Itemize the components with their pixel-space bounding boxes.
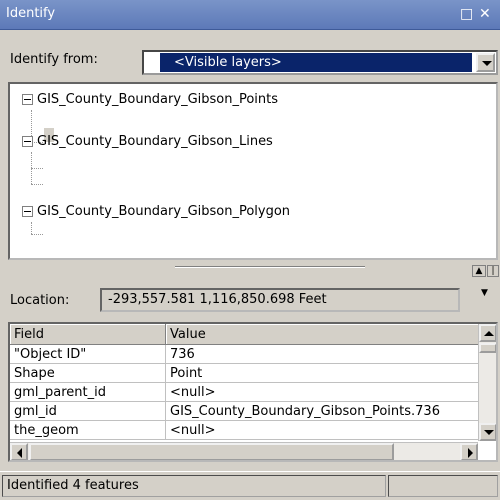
table-row[interactable]: gml_id GIS_County_Boundary_Gibson_Points… xyxy=(10,401,485,421)
status-text: Identified 4 features xyxy=(2,475,386,497)
attributes-grid[interactable]: Field Value "Object ID" 736 Shape Point … xyxy=(8,322,498,462)
chevron-down-icon[interactable] xyxy=(476,53,495,72)
field-cell: gml_id xyxy=(10,401,166,421)
value-cell: <null> xyxy=(165,420,485,440)
tree-node-label: GIS_County_Boundary_Gibson_Polygon xyxy=(37,204,291,219)
vertical-scroll-thumb[interactable] xyxy=(479,343,496,353)
tree-node-points[interactable]: GIS_County_Boundary_Gibson_Points xyxy=(22,92,278,107)
status-bar: Identified 4 features xyxy=(0,471,500,500)
location-menu-icon[interactable]: ▼ xyxy=(481,288,488,298)
collapse-minus-icon[interactable] xyxy=(22,94,33,105)
panel-splitter[interactable] xyxy=(175,266,365,268)
collapse-up-icon[interactable]: ▲ xyxy=(472,265,486,277)
window-title: Identify xyxy=(6,6,56,21)
tree-node-label: GIS_County_Boundary_Gibson_Points xyxy=(37,92,279,107)
tree-node-polygon[interactable]: GIS_County_Boundary_Gibson_Polygon xyxy=(22,204,290,219)
tree-node-label: GIS_County_Boundary_Gibson_Lines xyxy=(37,134,273,149)
column-header-field[interactable]: Field xyxy=(10,324,166,345)
table-row[interactable]: the_geom <null> xyxy=(10,420,485,440)
scroll-up-icon[interactable] xyxy=(479,324,496,342)
horizontal-scrollbar[interactable] xyxy=(10,442,478,460)
horizontal-scroll-thumb[interactable] xyxy=(29,443,394,460)
title-bar xyxy=(0,0,500,30)
tree-connector xyxy=(31,222,32,234)
vertical-scrollbar[interactable] xyxy=(478,324,496,441)
table-row[interactable]: "Object ID" 736 xyxy=(10,344,485,364)
field-cell: Shape xyxy=(10,363,166,383)
tree-connector xyxy=(31,184,43,185)
field-cell: "Object ID" xyxy=(10,344,166,364)
field-cell: the_geom xyxy=(10,420,166,440)
status-pane-empty xyxy=(388,475,498,497)
value-cell: <null> xyxy=(165,382,485,402)
scroll-down-icon[interactable] xyxy=(479,423,496,441)
identify-from-selected: <Visible layers> xyxy=(160,53,472,72)
column-header-value[interactable]: Value xyxy=(165,324,485,345)
collapse-minus-icon[interactable] xyxy=(22,206,33,217)
location-value: -293,557.581 1,116,850.698 Feet xyxy=(100,288,460,312)
collapse-minus-icon[interactable] xyxy=(22,136,33,147)
scroll-right-icon[interactable] xyxy=(460,443,478,460)
identify-from-label: Identify from: xyxy=(10,52,98,67)
location-label: Location: xyxy=(10,293,70,308)
scroll-left-icon[interactable] xyxy=(10,443,28,460)
attributes-table: Field Value "Object ID" 736 Shape Point … xyxy=(10,324,485,440)
panel-toggle-icon[interactable]: | xyxy=(487,265,499,277)
table-row[interactable]: Shape Point xyxy=(10,363,485,383)
value-cell: 736 xyxy=(165,344,485,364)
identify-results-tree[interactable]: GIS_County_Boundary_Gibson_Points GIS_Co… xyxy=(8,82,498,260)
value-cell: Point xyxy=(165,363,485,383)
close-icon[interactable]: ✕ xyxy=(479,6,491,22)
tree-connector xyxy=(31,168,43,169)
value-cell: GIS_County_Boundary_Gibson_Points.736 xyxy=(165,401,485,421)
tree-connector xyxy=(31,234,43,235)
table-header-row: Field Value xyxy=(10,324,485,345)
identify-from-dropdown[interactable]: <Visible layers> xyxy=(142,50,498,75)
table-row[interactable]: gml_parent_id <null> xyxy=(10,382,485,402)
restore-icon[interactable]: □ xyxy=(460,6,473,22)
tree-node-lines[interactable]: GIS_County_Boundary_Gibson_Lines xyxy=(22,134,273,149)
field-cell: gml_parent_id xyxy=(10,382,166,402)
